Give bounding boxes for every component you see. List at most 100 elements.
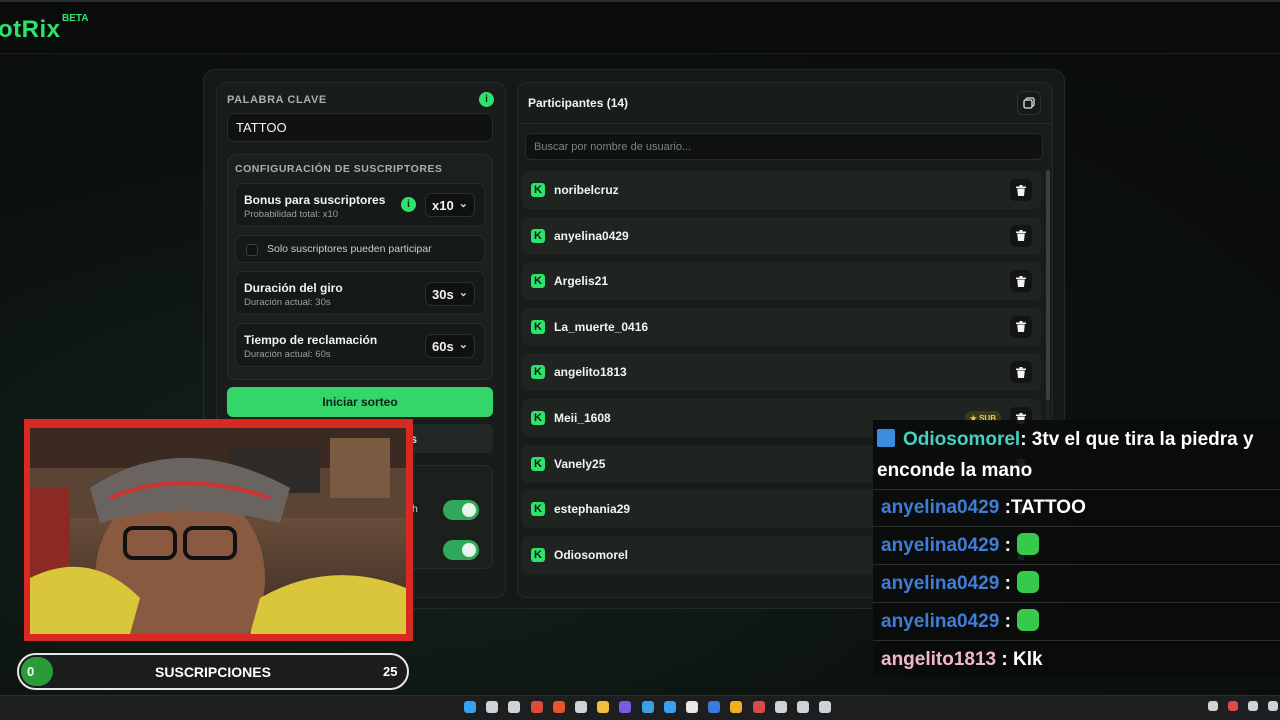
participant-name: anyelina0429 [554, 228, 629, 243]
chat-username: anyelina0429 [881, 611, 1000, 632]
app-icon[interactable] [730, 701, 743, 713]
trash-icon [1016, 184, 1026, 196]
delete-button[interactable] [1010, 179, 1032, 201]
app-icon[interactable] [686, 701, 698, 713]
only-subs-row[interactable]: Solo suscriptores pueden participar [235, 235, 485, 263]
only-subs-label: Solo suscriptores pueden participar [267, 243, 432, 255]
moderator-badge-icon [877, 428, 895, 447]
delete-button[interactable] [1010, 361, 1032, 384]
participant-row[interactable]: K Argelis21 [522, 262, 1041, 301]
delete-button[interactable] [1010, 315, 1032, 338]
participant-name: estephania29 [554, 502, 631, 517]
info-icon[interactable]: i [479, 92, 494, 107]
participant-name: Vanely25 [554, 456, 606, 471]
chat-divider [873, 640, 1280, 641]
bonus-select[interactable]: x10 ⌄ [425, 193, 475, 217]
goal-target: 25 [383, 664, 398, 679]
chrome-icon[interactable] [641, 701, 654, 713]
app-icon[interactable] [774, 701, 787, 713]
claim-time-select[interactable]: 60s ⌄ [425, 334, 475, 358]
top-bar: otRix BETA [0, 0, 1280, 54]
beta-badge: BETA [62, 13, 89, 24]
chrome-icon[interactable] [530, 701, 543, 713]
obs-icon[interactable] [752, 701, 765, 713]
chevron-down-icon: ⌄ [458, 198, 468, 210]
chat-message: anyelina0429 :TATTOO [881, 492, 1086, 523]
participant-name: Argelis21 [554, 274, 609, 289]
bonus-select-value: x10 [432, 197, 454, 213]
toggle-switch-1[interactable] [443, 500, 479, 520]
chat-text: : 3tv el que tira la piedra y [1020, 429, 1254, 450]
chat-divider [873, 564, 1280, 565]
play-icon[interactable] [819, 701, 832, 713]
taskbar [0, 695, 1280, 720]
chat-text: :TATTOO [999, 497, 1086, 518]
app-icon[interactable] [797, 701, 809, 713]
participant-row[interactable]: Kangelito1813 [522, 353, 1041, 392]
participant-name: La_muerte_0416 [554, 319, 649, 334]
delete-button[interactable] [1010, 224, 1032, 247]
trash-icon [1016, 230, 1026, 242]
keyword-input[interactable] [227, 113, 493, 142]
start-giveaway-button[interactable]: Iniciar sorteo [227, 387, 493, 417]
brave-icon[interactable] [552, 701, 565, 713]
chat-message: angelito1813 : Klk [881, 644, 1043, 675]
toggle-switch-2[interactable] [443, 540, 479, 560]
chat-text: : Klk [996, 649, 1043, 670]
subscriber-settings-title: CONFIGURACIÓN DE SUSCRIPTORES [235, 163, 443, 175]
chat-text: enconde la mano [877, 460, 1033, 481]
app-icon[interactable] [663, 701, 676, 713]
chat-message: anyelina0429 : [881, 530, 1039, 561]
chat-divider [873, 489, 1280, 490]
emote-icon [1016, 608, 1039, 631]
only-subs-checkbox[interactable] [246, 244, 258, 256]
chat-username: angelito1813 [881, 649, 997, 670]
emote-icon [1016, 570, 1039, 593]
webcam-feed [30, 428, 406, 634]
task-view-icon[interactable] [508, 701, 521, 713]
kick-icon: K [531, 319, 545, 334]
chat-username: anyelina0429 [881, 497, 1000, 518]
kick-icon: K [531, 456, 545, 471]
spin-duration-row: Duración del giro Duración actual: 30s 3… [235, 271, 485, 315]
windows-start-icon[interactable] [464, 701, 476, 713]
delete-button[interactable] [1010, 270, 1032, 293]
claim-time-row: Tiempo de reclamación Duración actual: 6… [235, 323, 485, 367]
participant-row[interactable]: K La_muerte_0416 [522, 307, 1041, 346]
participant-row[interactable]: Kanyelina0429 [522, 216, 1041, 255]
shield-icon[interactable] [708, 701, 721, 713]
kick-icon: K [531, 228, 545, 243]
calendar-icon[interactable] [575, 701, 587, 713]
folder-icon[interactable] [597, 701, 610, 713]
keyword-label: PALABRA CLAVE [227, 94, 327, 106]
chevron-down-icon: ⌄ [458, 339, 468, 351]
chat-username: Odiosomorel [903, 429, 1021, 450]
twitch-icon[interactable] [619, 701, 632, 713]
chat-text: : [999, 611, 1011, 632]
spin-duration-select[interactable]: 30s ⌄ [425, 282, 475, 306]
trash-icon [1016, 275, 1026, 287]
divider [518, 123, 1052, 124]
trash-icon [1016, 366, 1026, 378]
chat-message: anyelina0429 : [881, 568, 1039, 599]
search-icon[interactable] [486, 701, 499, 713]
streamer-image [30, 428, 406, 634]
system-tray-icon[interactable] [1208, 701, 1218, 711]
participant-name: Odiosomorel [554, 547, 629, 562]
trash-icon [1016, 321, 1026, 333]
system-tray-icon[interactable] [1228, 701, 1238, 711]
emote-icon [1016, 532, 1039, 555]
system-tray-icon[interactable] [1248, 701, 1258, 711]
copy-button[interactable] [1017, 91, 1041, 115]
kick-icon: K [531, 547, 545, 562]
scrollbar-thumb[interactable] [1046, 170, 1050, 400]
spin-duration-title: Duración del giro [244, 281, 343, 295]
app-logo[interactable]: otRix [0, 16, 61, 44]
bonus-row: Bonus para suscriptores Probabilidad tot… [235, 183, 485, 227]
bonus-info-icon[interactable]: i [401, 197, 416, 212]
system-tray-icon[interactable] [1268, 701, 1278, 711]
kick-icon: K [531, 274, 545, 289]
chat-username: anyelina0429 [881, 573, 1000, 594]
participant-search-input[interactable] [525, 133, 1043, 160]
participant-row[interactable]: Knoribelcruz [522, 171, 1041, 209]
